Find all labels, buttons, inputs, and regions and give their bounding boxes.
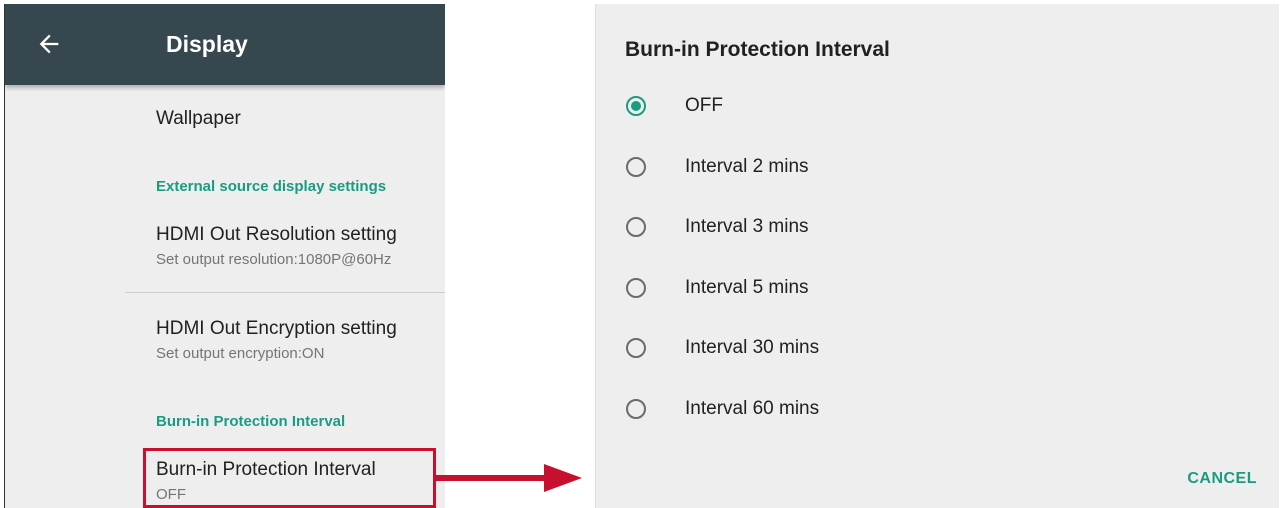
back-arrow-icon[interactable] xyxy=(35,30,63,58)
section-header-burn-in: Burn-in Protection Interval xyxy=(156,413,346,430)
app-bar: Display xyxy=(5,4,445,85)
item-title: HDMI Out Resolution setting xyxy=(156,224,397,245)
radio-unchecked-icon[interactable] xyxy=(626,338,646,358)
option-interval-5[interactable]: Interval 5 mins xyxy=(626,268,1126,308)
option-label: Interval 30 mins xyxy=(685,337,820,358)
item-title: Burn-in Protection Interval xyxy=(156,459,376,480)
option-off[interactable]: OFF xyxy=(626,86,1126,126)
burn-in-interval-item[interactable]: Burn-in Protection Interval OFF xyxy=(156,459,445,503)
cancel-button[interactable]: CANCEL xyxy=(1187,470,1257,488)
option-label: Interval 3 mins xyxy=(685,216,809,237)
option-label: Interval 5 mins xyxy=(685,277,809,298)
arrow-right-icon xyxy=(436,464,582,492)
hdmi-encryption-item[interactable]: HDMI Out Encryption setting Set output e… xyxy=(156,318,445,362)
option-label: Interval 60 mins xyxy=(685,398,820,419)
item-subtitle: Set output resolution:1080P@60Hz xyxy=(156,251,392,268)
dialog-title: Burn-in Protection Interval xyxy=(625,38,890,61)
radio-unchecked-icon[interactable] xyxy=(626,157,646,177)
option-label: Interval 2 mins xyxy=(685,156,809,177)
settings-panel: Display Wallpaper External source displa… xyxy=(4,4,445,508)
option-interval-30[interactable]: Interval 30 mins xyxy=(626,328,1126,368)
page-title: Display xyxy=(166,31,248,57)
item-title: Wallpaper xyxy=(156,108,241,129)
option-interval-3[interactable]: Interval 3 mins xyxy=(626,207,1126,247)
item-title: HDMI Out Encryption setting xyxy=(156,318,397,339)
section-header-external: External source display settings xyxy=(156,178,387,195)
hdmi-resolution-item[interactable]: HDMI Out Resolution setting Set output r… xyxy=(156,224,445,268)
radio-checked-icon[interactable] xyxy=(626,96,646,116)
option-interval-60[interactable]: Interval 60 mins xyxy=(626,389,1126,429)
radio-unchecked-icon[interactable] xyxy=(626,278,646,298)
radio-unchecked-icon[interactable] xyxy=(626,399,646,419)
burn-in-dialog: Burn-in Protection Interval OFF Interval… xyxy=(595,4,1279,508)
radio-unchecked-icon[interactable] xyxy=(626,217,646,237)
option-label: OFF xyxy=(685,95,723,116)
divider xyxy=(125,292,445,293)
option-interval-2[interactable]: Interval 2 mins xyxy=(626,147,1126,187)
item-subtitle: Set output encryption:ON xyxy=(156,345,325,362)
item-subtitle: OFF xyxy=(156,486,186,503)
wallpaper-item[interactable]: Wallpaper xyxy=(156,108,445,130)
